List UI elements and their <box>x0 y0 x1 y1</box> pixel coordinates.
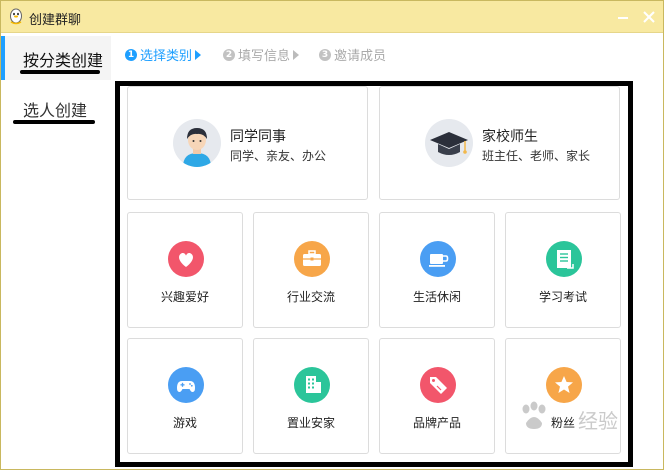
card-leisure[interactable]: 生活休闲 <box>379 212 495 328</box>
card-hobbies[interactable]: 兴趣爱好 <box>127 212 243 328</box>
card-label: 生活休闲 <box>412 290 461 304</box>
watermark-text: 经验 <box>578 409 618 433</box>
penguin-logo-icon <box>10 8 22 25</box>
card-subtitle: 班主任、老师、家长 <box>482 149 591 163</box>
card-label: 游戏 <box>172 416 197 430</box>
student-avatar-icon <box>173 119 221 167</box>
card-brand-product[interactable]: 品牌产品 <box>379 338 495 454</box>
window-title: 创建群聊 <box>29 13 82 28</box>
card-games[interactable]: 游戏 <box>127 338 243 454</box>
coffee-cup-icon <box>420 241 456 277</box>
card-study-exam[interactable]: 学习考试 <box>505 212 621 328</box>
annotation-underline <box>13 120 95 124</box>
step-number: 1 <box>125 48 137 61</box>
document-icon <box>546 241 582 277</box>
step-select-category: 1 选择类别 <box>125 45 202 65</box>
step-arrow-icon <box>195 49 202 60</box>
step-label: 邀请成员 <box>334 49 387 64</box>
graduation-cap-icon <box>425 119 473 167</box>
card-school-teacher-student[interactable]: 家校师生 班主任、老师、家长 <box>379 86 620 200</box>
create-group-window: 创建群聊 按分类创建 选人创建 1 选择类别 2 填写信息 3 邀请成员 同学同… <box>0 0 664 470</box>
annotation-underline <box>20 70 100 74</box>
step-label: 选择类别 <box>140 49 193 64</box>
step-number: 2 <box>223 48 235 61</box>
card-label: 学习考试 <box>538 290 587 304</box>
card-label: 行业交流 <box>286 290 335 304</box>
step-arrow-icon <box>293 49 300 60</box>
step-invite-members: 3 邀请成员 <box>319 45 386 65</box>
sidebar: 按分类创建 选人创建 <box>1 34 111 469</box>
close-icon[interactable] <box>639 7 659 27</box>
card-label: 置业安家 <box>286 416 335 430</box>
step-number: 3 <box>319 48 331 61</box>
card-title: 家校师生 <box>482 129 538 145</box>
card-industry[interactable]: 行业交流 <box>253 212 369 328</box>
baidu-paw-logo-icon <box>522 401 546 429</box>
building-icon <box>294 367 330 403</box>
card-title: 同学同事 <box>230 129 286 145</box>
card-label: 兴趣爱好 <box>160 290 209 304</box>
card-label: 品牌产品 <box>412 416 461 430</box>
sidebar-item-label: 选人创建 <box>23 101 88 120</box>
tag-icon <box>420 367 456 403</box>
card-classmates-colleagues[interactable]: 同学同事 同学、亲友、办公 <box>127 86 368 200</box>
minimize-icon[interactable] <box>613 7 633 27</box>
card-subtitle: 同学、亲友、办公 <box>230 149 327 163</box>
step-label: 填写信息 <box>238 49 291 64</box>
step-fill-info: 2 填写信息 <box>223 45 300 65</box>
briefcase-icon <box>294 241 330 277</box>
gamepad-icon <box>168 367 204 403</box>
card-real-estate[interactable]: 置业安家 <box>253 338 369 454</box>
heart-icon <box>168 241 204 277</box>
title-bar: 创建群聊 <box>1 1 663 33</box>
watermark: 经验 <box>516 396 656 441</box>
sidebar-item-label: 按分类创建 <box>23 51 104 70</box>
